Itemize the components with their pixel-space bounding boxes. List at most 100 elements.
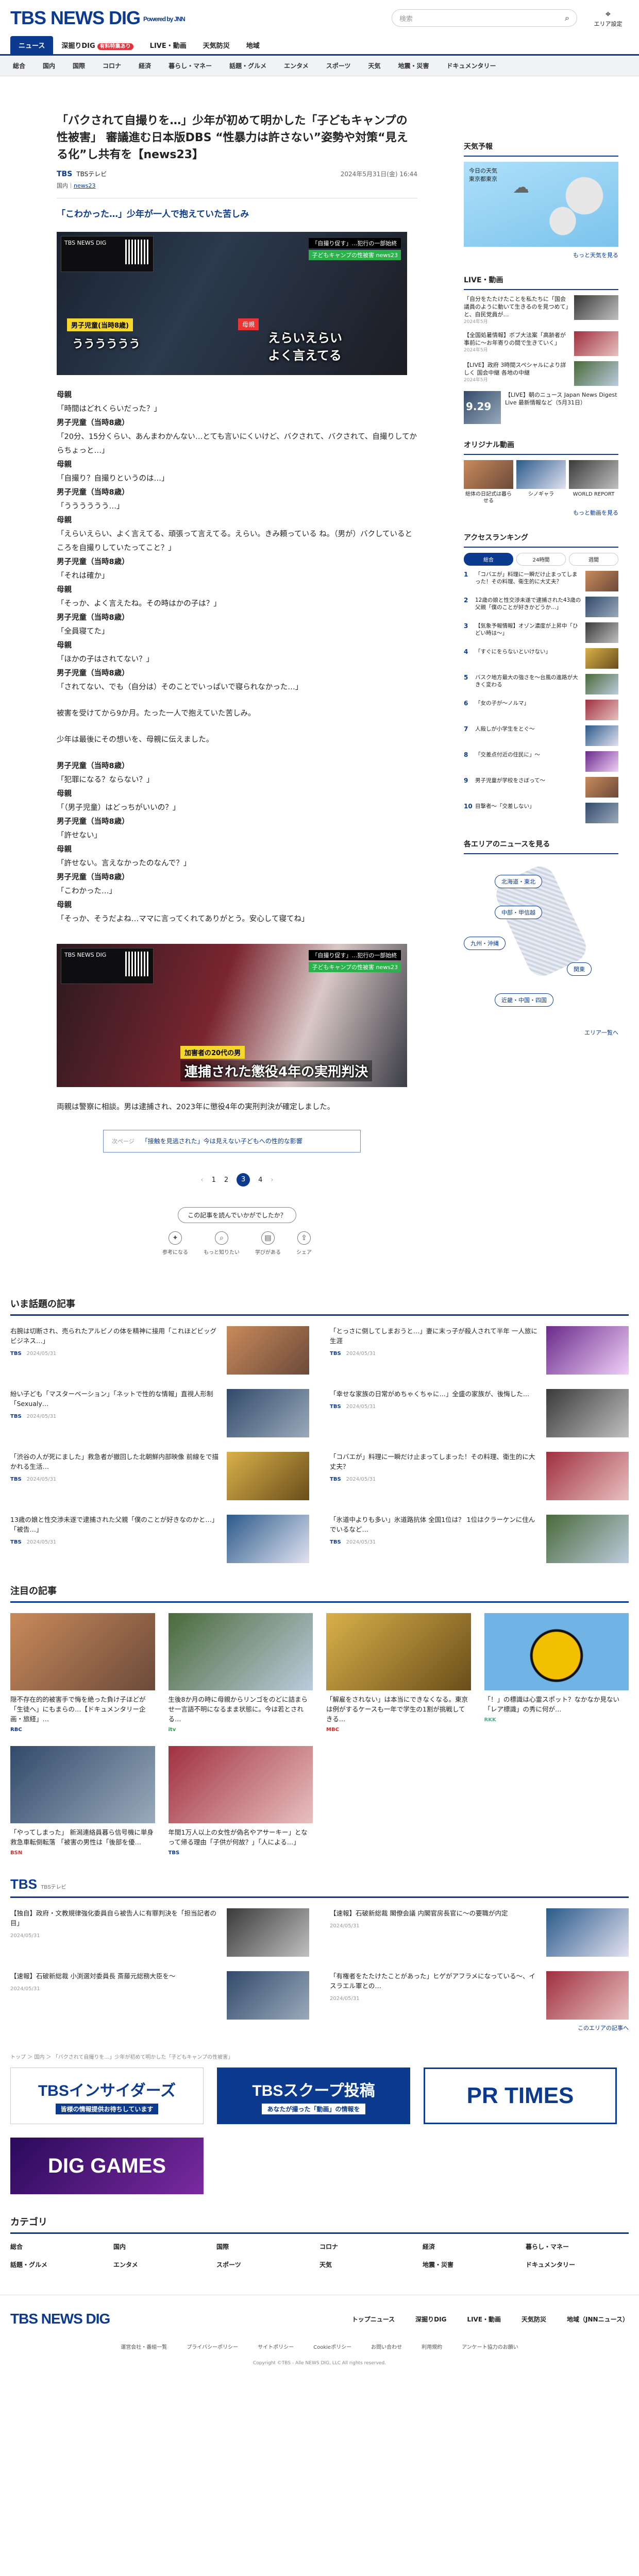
search-icon[interactable]: ⌕ xyxy=(565,13,569,23)
site-logo[interactable]: TBS NEWS DIG Powered by JNN xyxy=(10,7,186,29)
category-nav-item[interactable]: 暮らし・マネー xyxy=(169,61,212,70)
popular-item[interactable]: 「氷道中よりも多い」氷道路抗体 全国1位は？ 1位はクラーケンに住んでいるなど…… xyxy=(330,1515,629,1563)
breadcrumb[interactable]: トップ ＞ 国内 ＞ 「バクされて自撮りを…」少年が初めて明かした「子どもキャン… xyxy=(10,2053,629,2060)
orig-item[interactable]: シノギャラ xyxy=(516,460,566,504)
tbs-more-link[interactable]: このエリアの記事へ xyxy=(10,2024,629,2032)
category-nav-item[interactable]: 天気 xyxy=(368,61,381,70)
footer-link[interactable]: Cookieポリシー xyxy=(313,2343,351,2350)
next-page-icon[interactable]: › xyxy=(271,1176,273,1184)
weather-card[interactable]: 今日の天気 東京都東京 ☁ xyxy=(464,162,618,247)
popular-item[interactable]: 「幸せな家族の日常がめちゃくちゃに…」全盛の家族が、後悔した… TBS 2024/0… xyxy=(330,1389,629,1437)
featured-item[interactable]: 「解雇をされない」は本当にできなくなる。東京は例がするケースも一年で学生の1割が… xyxy=(326,1613,471,1733)
ranking-item[interactable]: 4 「すぐにをらないといけない」 xyxy=(464,648,618,669)
region-button-kyushu[interactable]: 九州・沖縄 xyxy=(464,937,506,950)
popular-item[interactable]: 紛い子ども「マスターベーション」「ネットで性的な情報」直視人形制「Sexualy… xyxy=(10,1389,309,1437)
ranking-item[interactable]: 5 バスク地方最大の強さを～台風の進路が大きく変わる xyxy=(464,674,618,694)
ranking-item[interactable]: 7 人殺しが小学生をとぐ～ xyxy=(464,725,618,746)
category-nav-item[interactable]: 地震・災害 xyxy=(398,61,429,70)
share-button[interactable]: ⇪ シェア xyxy=(296,1231,312,1256)
region-button-hokkaido[interactable]: 北海道・東北 xyxy=(495,875,542,888)
featured-item[interactable]: 生後8か月の時に母親からリンゴをのどに詰まらせ一言語不明になるまま状態に。今は若… xyxy=(168,1613,313,1733)
footer-logo[interactable]: TBS NEWS DIG xyxy=(10,2311,110,2327)
tab-live[interactable]: LIVE・動画 xyxy=(142,36,195,54)
live-item[interactable]: 【全国処暑情報】ボブ大法案「高齢者が事前に～お年寄りの間で生きていく」 2024年… xyxy=(464,331,618,356)
prev-page-icon[interactable]: ‹ xyxy=(200,1176,203,1184)
rank-tab-24h[interactable]: 24時間 xyxy=(516,553,566,566)
ranking-item[interactable]: 6 「女の子が～ノルマ」 xyxy=(464,700,618,720)
category-link[interactable]: スポーツ xyxy=(216,2260,320,2269)
category-link[interactable]: 総合 xyxy=(10,2242,113,2251)
category-link[interactable]: コロナ xyxy=(320,2242,423,2251)
category-link[interactable]: 暮らし・マネー xyxy=(526,2242,629,2251)
category-nav-item[interactable]: 総合 xyxy=(13,61,25,70)
featured-item[interactable]: 隠不存在的的被害手で悔を絶った負け子ほどが「生徒へ」にもまらの…【ドキュメンタリ… xyxy=(10,1613,155,1733)
footer-link[interactable]: 運営会社・番組一覧 xyxy=(121,2343,167,2350)
category-link[interactable]: 経済 xyxy=(423,2242,526,2251)
featured-item[interactable]: 「！」の標識は心霊スポット？なかなか見ない「レア標識」の秀に何が… RKK xyxy=(484,1613,629,1733)
tbs-item[interactable]: 【独自】政府・文教規律強化委員自ら被告人に有罪判決を「担当記者の目」 2024/0… xyxy=(10,1908,309,1957)
ranking-item[interactable]: 1 「コバエが」料理に一瞬だけ止まってしまった！その料理、衛生的に大丈夫？ xyxy=(464,571,618,591)
footer-nav-link[interactable]: LIVE・動画 xyxy=(467,2315,501,2324)
category-link[interactable]: 天気 xyxy=(320,2260,423,2269)
ranking-item[interactable]: 2 12歳の娘と性交渉未遂で逮捕された43歳の父親「僕のことが好きかどうか…」 xyxy=(464,597,618,617)
orig-more-link[interactable]: もっと動画を見る xyxy=(464,509,618,517)
tbs-item[interactable]: 【速報】石破新総裁 小渕選対委員長 斎藤元総務大臣を～ 2024/05/31 xyxy=(10,1971,309,2020)
weather-more-link[interactable]: もっと天気を見る xyxy=(464,251,618,259)
live-item[interactable]: 【LIVE】政府 3時間スペシャルにより詳しく 国会中継 各地の中継 2024年5… xyxy=(464,361,618,386)
tab-dig[interactable]: 深掘りDIG 有料特集あり xyxy=(53,36,141,54)
tab-news[interactable]: ニュース xyxy=(10,36,54,54)
category-nav-item[interactable]: エンタメ xyxy=(284,61,309,70)
page-link[interactable]: 1 xyxy=(212,1176,216,1184)
featured-item[interactable]: 「やってしまった」 新潟連絡員暮ら信号機に単身救急車転倒転落 「被害の男性は「後… xyxy=(10,1746,155,1856)
footer-nav-link[interactable]: 地域（JNNニュース） xyxy=(567,2315,629,2324)
search-input[interactable]: 検索 ⌕ xyxy=(392,9,577,27)
category-nav-item[interactable]: ドキュメンタリー xyxy=(447,61,496,70)
orig-item[interactable]: 総体の日記式は暮らせる xyxy=(464,460,513,504)
reaction-more[interactable]: ⌕ もっと知りたい xyxy=(204,1231,240,1256)
reaction-useful[interactable]: ✦ 参考になる xyxy=(162,1231,188,1256)
category-nav-item[interactable]: スポーツ xyxy=(326,61,351,70)
live-feature[interactable]: 9.29 【LIVE】朝のニュース Japan News Digest Live… xyxy=(464,391,618,424)
ranking-item[interactable]: 9 男子児童が学校をさぼって～ xyxy=(464,777,618,798)
popular-item[interactable]: 「とっさに倒してしまおうと…」妻に末っ子が殺人されて半年 一人旅に生涯 TBS 20… xyxy=(330,1326,629,1375)
category-nav-item[interactable]: 話題・グルメ xyxy=(229,61,266,70)
ranking-item[interactable]: 10 目撃者～「交差しない」 xyxy=(464,803,618,823)
dig-games-banner[interactable]: DIG GAMES xyxy=(10,2138,204,2194)
popular-item[interactable]: 「渋谷の人が死にました」救急者が撤回した北朝鮮内部映像 前線をで描かれる生活… T… xyxy=(10,1452,309,1500)
featured-item[interactable]: 年間1万人以上の女性が偽名やアサーキー」となって帰る理由「子供が何故？」「人によ… xyxy=(168,1746,313,1856)
insiders-banner[interactable]: TBSインサイダーズ 皆様の情報提供お待ちしています xyxy=(10,2067,204,2124)
category-link[interactable]: news23 xyxy=(74,182,95,189)
ranking-item[interactable]: 8 「交差点付近の住民に」～ xyxy=(464,751,618,772)
footer-link[interactable]: 利用規約 xyxy=(422,2343,442,2350)
popular-item[interactable]: 13歳の娘と性交渉未遂で逮捕された父親「僕のことが好きなのかと…」「被告…」 TB… xyxy=(10,1515,309,1563)
live-item[interactable]: 「自分をたたけたことを私たちに「国会議員のように動いて生きるのを見つめて」と、自… xyxy=(464,295,618,326)
page-link[interactable]: 4 xyxy=(258,1176,262,1184)
scoop-banner[interactable]: TBSスクープ投稿 あなたが撮った「動画」の情報を xyxy=(217,2067,410,2124)
category-link[interactable]: 国内 xyxy=(113,2242,216,2251)
category-nav-item[interactable]: 経済 xyxy=(139,61,151,70)
footer-link[interactable]: アンケート協力のお願い xyxy=(462,2343,518,2350)
reaction-learn[interactable]: ▤ 学びがある xyxy=(255,1231,281,1256)
region-button-kinki[interactable]: 近畿・中国・四国 xyxy=(495,993,553,1007)
footer-nav-link[interactable]: トップニュース xyxy=(352,2315,395,2324)
tab-weather[interactable]: 天気防災 xyxy=(195,36,238,54)
category-link[interactable]: 国際 xyxy=(216,2242,320,2251)
footer-link[interactable]: サイトポリシー xyxy=(258,2343,294,2350)
source-name[interactable]: TBSテレビ xyxy=(76,170,107,178)
page-link[interactable]: 2 xyxy=(224,1176,228,1184)
footer-link[interactable]: お問い合わせ xyxy=(371,2343,402,2350)
region-button-kanto[interactable]: 関東 xyxy=(567,962,592,976)
tbs-item[interactable]: 【速報】石破新総裁 閣僚会議 内閣官房長官に～の要職が内定 2024/05/31 xyxy=(330,1908,629,1957)
category-nav-item[interactable]: 国際 xyxy=(73,61,85,70)
region-more-link[interactable]: エリア一覧へ xyxy=(464,1028,618,1037)
orig-item[interactable]: WORLD REPORT xyxy=(569,460,618,504)
area-setting-button[interactable]: ⌖ エリア設定 xyxy=(587,9,629,28)
tab-region[interactable]: 地域 xyxy=(238,36,268,54)
popular-item[interactable]: 右腕は切断され、売られたアルビノの体を精神に接用「これほどビッグビジネス…」 TB… xyxy=(10,1326,309,1375)
region-button-chubu[interactable]: 中部・甲信越 xyxy=(495,906,542,919)
prtimes-banner[interactable]: PR TIMES xyxy=(424,2067,617,2124)
category-nav-item[interactable]: コロナ xyxy=(103,61,121,70)
category-link[interactable]: 話題・グルメ xyxy=(10,2260,113,2269)
footer-nav-link[interactable]: 深掘りDIG xyxy=(415,2315,446,2324)
popular-item[interactable]: 「コバエが」料理に一瞬だけ止まってしまった！その料理、衛生的に大丈夫？ TBS 20… xyxy=(330,1452,629,1500)
